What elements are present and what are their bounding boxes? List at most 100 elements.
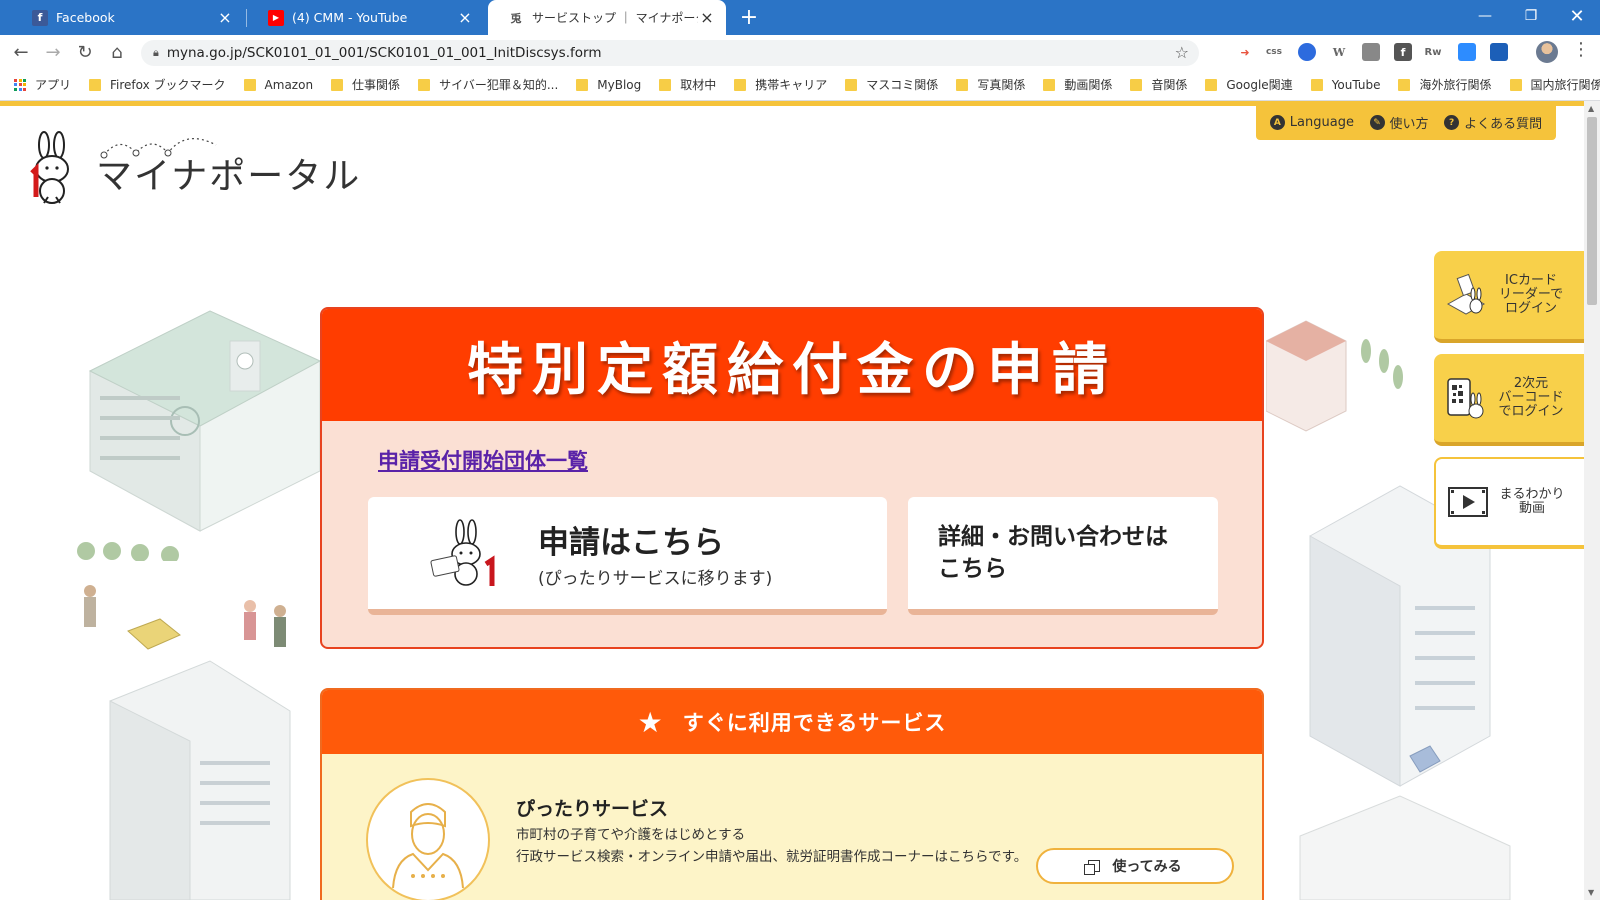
window-close-icon[interactable]: ✕ [1554,0,1600,32]
benefit-banner: 特別定額給付金の申請 [322,309,1262,421]
extension-arrow-icon[interactable]: ➜ [1236,43,1254,61]
tab-youtube[interactable]: ▶ (4) CMM - YouTube × [248,0,484,35]
bookmark-folder[interactable]: サイバー犯罪＆知的... [418,76,558,93]
tab-facebook[interactable]: f Facebook × [12,0,244,35]
scroll-up-arrow-icon[interactable]: ▲ [1588,104,1594,113]
minimize-icon[interactable]: — [1462,0,1508,32]
extension-zoom-icon[interactable] [1458,43,1476,61]
station-building-illustration [1266,320,1403,432]
language-icon: A [1269,115,1285,130]
extension-facebook-icon[interactable]: f [1394,43,1412,61]
apply-here-label: 申請はこちら [538,525,724,561]
bookmark-folder[interactable]: 取材中 [659,76,716,93]
scroll-down-arrow-icon[interactable]: ▼ [1588,888,1594,897]
folder-icon [418,78,431,91]
video-icon [1448,487,1488,517]
bookmark-label: 仕事関係 [352,78,401,92]
pittari-service-title: ぴったりサービス [516,798,669,820]
close-icon[interactable]: × [216,9,234,27]
bookmark-folder[interactable]: 仕事関係 [331,76,400,93]
qr-code-login-button[interactable]: 2次元 バーコード でログイン [1434,354,1584,446]
site-logo[interactable]: マイナポータル [26,131,361,205]
folder-icon [734,78,747,91]
benefit-title: 特別定額給付金の申請 [467,337,1117,403]
apps-grid-icon [14,78,26,91]
bookmark-folder[interactable]: Firefox ブックマーク [89,76,226,93]
bookmark-folder[interactable]: マスコミ関係 [845,76,938,93]
bookmark-folder[interactable]: 写真関係 [956,76,1025,93]
folder-icon [1509,78,1522,91]
bookmark-star-icon[interactable]: ☆ [1175,43,1189,62]
tab-title: (4) CMM - YouTube [292,10,408,25]
menu-kebab-icon[interactable]: ⋮ [1572,39,1590,60]
language-link[interactable]: A Language [1269,115,1354,130]
tab-separator [246,9,247,27]
bookmark-label: Google関連 [1226,78,1293,92]
tab-title: サービストップ ｜ マイナポータル [532,11,698,25]
folder-icon [1398,78,1411,91]
bookmark-folder[interactable]: MyBlog [576,78,641,92]
folder-icon [1205,78,1218,91]
folder-icon [1130,78,1143,91]
pittari-service-description: 市町村の子育てや介護をはじめとする 行政サービス検索・オンライン申請や届出、就労… [516,824,1027,869]
close-icon[interactable]: × [456,9,474,27]
rabbit-mascot-icon [430,519,495,586]
new-tab-button[interactable]: + [736,4,762,30]
bookmark-label: MyBlog [597,77,642,92]
apply-here-button[interactable]: 申請はこちら (ぴったりサービスに移ります) [368,497,887,615]
forward-arrow-icon[interactable]: → [40,39,66,65]
extension-rw-icon[interactable]: Rw [1424,43,1442,61]
address-url: myna.go.jp/SCK0101_01_001/SCK0101_01_001… [166,45,602,61]
scrollbar-thumb[interactable] [1587,117,1597,305]
logo-dotted-arcs [100,138,217,159]
youtube-icon: ▶ [268,9,284,26]
folder-icon [845,78,858,91]
bookmarks-bar: アプリ Firefox ブックマーク Amazon 仕事関係 サイバー犯罪＆知的… [0,69,1600,101]
close-icon[interactable]: × [698,9,716,27]
extension-css-icon[interactable]: css [1265,43,1283,61]
extension-avatar-icon[interactable] [1490,43,1508,61]
bookmark-folder[interactable]: 国内旅行関係 [1509,76,1600,93]
bookmark-folder[interactable]: Google関連 [1205,76,1293,93]
address-bar[interactable]: 🔒︎ myna.go.jp/SCK0101_01_001/SCK0101_01_… [141,40,1199,66]
folder-icon [1043,78,1056,91]
services-panel: ★ すぐに利用できるサービス ぴったりサービス 市町村の子育てや介護をはじめとす… [320,688,1264,900]
bookmark-label: Amazon [264,77,314,92]
star-icon: ★ [637,705,663,739]
extension-circle-icon[interactable] [1298,43,1316,61]
bookmark-label: サイバー犯罪＆知的... [439,78,559,92]
page-scrollbar[interactable]: ▲ ▼ [1584,101,1600,900]
howto-link[interactable]: ✎ 使い方 [1369,113,1429,132]
tab-mynaportal[interactable]: 兎 サービストップ ｜ マイナポータル × [488,0,726,35]
bookmark-folder[interactable]: YouTube [1310,78,1380,92]
restore-icon[interactable]: ❐ [1508,0,1554,32]
back-arrow-icon[interactable]: ← [8,39,34,65]
faq-link[interactable]: ? よくある質問 [1444,113,1542,132]
bookmark-label: 動画関係 [1064,78,1113,92]
organizations-list-link[interactable]: 申請受付開始団体一覧 [378,445,588,475]
try-service-label: 使ってみる [1112,859,1182,875]
external-window-icon [1084,860,1101,875]
overview-video-button[interactable]: まるわかり 動画 [1434,457,1584,549]
extension-camera-icon[interactable] [1362,43,1380,61]
services-heading: すぐに利用できるサービス [682,711,947,735]
mynaportal-rabbit-icon: 兎 [510,11,522,25]
bookmark-folder[interactable]: 動画関係 [1043,76,1112,93]
bookmark-folder[interactable]: Amazon [243,77,314,92]
bookmark-folder[interactable]: 携帯キャリア [734,76,827,93]
folder-icon [659,78,672,91]
details-contact-button[interactable]: 詳細・お問い合わせは こちら [908,497,1218,615]
bookmark-apps[interactable]: アプリ [14,76,71,93]
bookmark-folder[interactable]: 海外旅行関係 [1398,76,1492,93]
ic-card-login-button[interactable]: ICカード リーダーで ログイン [1434,251,1584,343]
card-reader-icon [1446,273,1486,315]
extension-w-icon[interactable]: W [1330,43,1348,61]
profile-avatar[interactable] [1536,41,1558,63]
bookmark-folder[interactable]: 音関係 [1130,76,1187,93]
try-service-button[interactable]: 使ってみる [1036,848,1234,884]
hospital-building-illustration [77,310,322,561]
reload-icon[interactable]: ↻ [72,39,98,65]
utility-links: A Language ✎ 使い方 ? よくある質問 [1256,105,1556,140]
home-icon[interactable]: ⌂ [104,39,130,65]
facebook-icon: f [32,9,48,26]
